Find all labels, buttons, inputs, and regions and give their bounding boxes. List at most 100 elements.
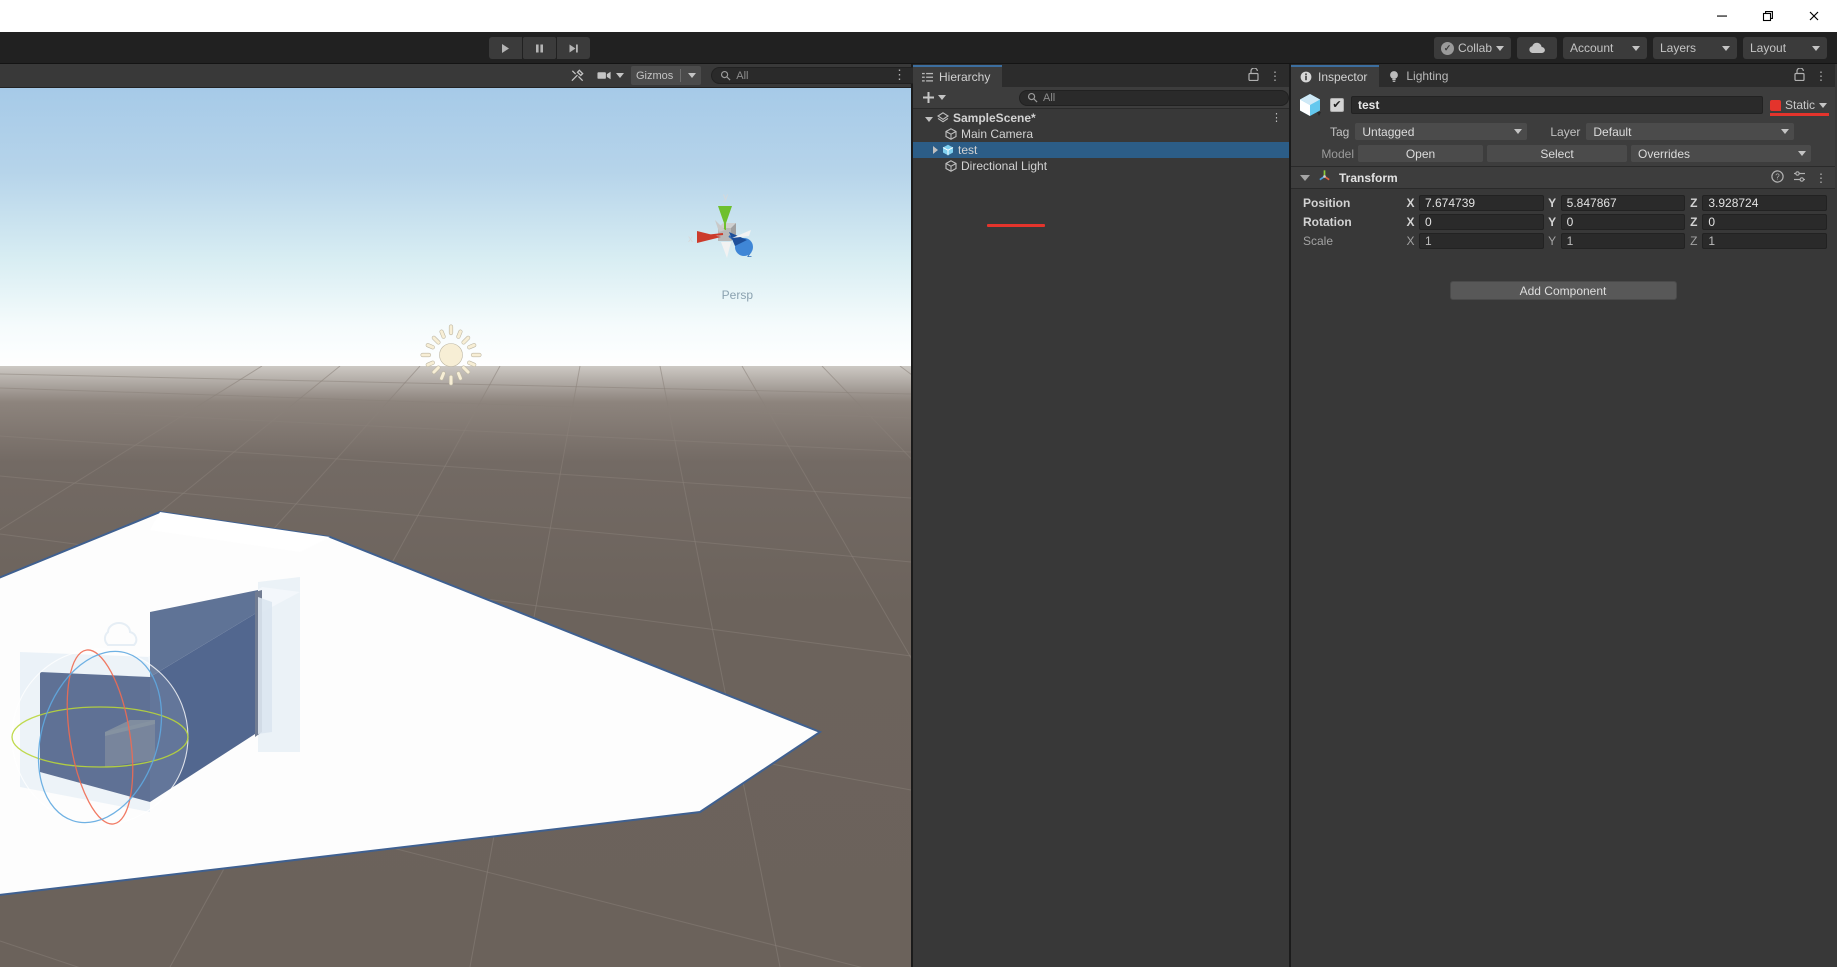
workspace: Gizmos All ⋮ y x z Persp Hierarchy ⋮ All…	[0, 64, 1837, 967]
help-icon[interactable]: ?	[1771, 169, 1784, 186]
chevron-down-icon	[1798, 151, 1806, 156]
scene-viewport[interactable]: y x z Persp	[0, 88, 911, 967]
tools-icon	[571, 69, 584, 82]
collab-check-icon: ✓	[1440, 41, 1454, 55]
play-button[interactable]	[489, 37, 522, 59]
inspector-components: Transform ? ⋮ Position X 7.674739 Y 5.84…	[1291, 167, 1835, 967]
hierarchy-label: SampleScene*	[953, 111, 1036, 125]
transform-icon	[1317, 168, 1332, 188]
collab-label: Collab	[1457, 41, 1492, 55]
kebab-icon[interactable]: ⋮	[1815, 171, 1827, 185]
scale-label: Scale	[1303, 233, 1334, 248]
scene-kebab-menu[interactable]: ⋮	[893, 67, 906, 83]
scale-y-field[interactable]: 1	[1560, 232, 1686, 249]
scene-projection-label[interactable]: Persp	[722, 288, 753, 302]
minimize-button[interactable]	[1699, 0, 1745, 32]
kebab-icon[interactable]: ⋮	[1271, 112, 1282, 124]
lock-icon[interactable]	[1248, 67, 1259, 84]
chevron-down-icon	[1496, 45, 1504, 51]
hierarchy-row-directional-light[interactable]: Directional Light	[913, 158, 1289, 174]
position-z-field[interactable]: 3.928724	[1702, 194, 1828, 211]
model-select-button[interactable]: Select	[1487, 145, 1627, 162]
layer-label: Layer	[1550, 124, 1581, 139]
axis-z-label: Z	[1690, 214, 1698, 229]
scene-tools-button[interactable]	[565, 66, 590, 85]
chevron-down-icon	[1514, 129, 1523, 134]
close-button[interactable]	[1791, 0, 1837, 32]
directional-light-gizmo[interactable]	[420, 324, 482, 386]
scene-3d-content	[0, 510, 823, 896]
rotation-label: Rotation	[1303, 214, 1352, 229]
chevron-down-icon	[1722, 45, 1730, 51]
layers-label: Layers	[1660, 41, 1697, 55]
step-button[interactable]	[557, 37, 590, 59]
tab-inspector[interactable]: Inspector	[1291, 65, 1380, 87]
twirl-closed-icon[interactable]	[933, 146, 938, 154]
transform-fields: Position X 7.674739 Y 5.847867 Z 3.92872…	[1291, 189, 1835, 256]
static-toggle[interactable]: Static	[1769, 98, 1829, 116]
layers-dropdown[interactable]: Layers	[1653, 37, 1737, 59]
gizmos-dropdown[interactable]: Gizmos	[631, 66, 702, 85]
foldout-icon[interactable]	[1300, 174, 1310, 181]
settings-icon[interactable]	[1793, 170, 1806, 186]
object-name-field[interactable]: test	[1351, 96, 1763, 114]
cloud-button[interactable]	[1517, 37, 1557, 59]
tab-hierarchy[interactable]: Hierarchy	[913, 65, 1003, 87]
tab-lighting[interactable]: Lighting	[1379, 65, 1461, 87]
add-component-button[interactable]: Add Component	[1449, 281, 1677, 300]
restore-button[interactable]	[1745, 0, 1791, 32]
hierarchy-tab-icons: ⋮	[1248, 67, 1281, 84]
inspector-name-row: ✔ test Static	[1297, 92, 1829, 118]
layout-label: Layout	[1750, 41, 1787, 55]
scene-orientation-gizmo[interactable]: y x z	[685, 190, 765, 280]
position-y-field[interactable]: 5.847867	[1560, 194, 1686, 211]
hierarchy-add-button[interactable]	[919, 91, 949, 104]
scale-z-field[interactable]: 1	[1702, 232, 1828, 249]
hierarchy-search-input[interactable]: All	[1019, 89, 1289, 106]
account-dropdown[interactable]: Account	[1563, 37, 1647, 59]
twirl-open-icon[interactable]	[925, 116, 933, 122]
rotation-y-field[interactable]: 0	[1560, 213, 1686, 230]
tab-hierarchy-label: Hierarchy	[939, 70, 991, 84]
axis-x-label: X	[1406, 195, 1415, 210]
scale-x-field[interactable]: 1	[1419, 232, 1544, 249]
hierarchy-tabstrip: Hierarchy ⋮	[913, 64, 1289, 87]
model-overrides-dropdown[interactable]: Overrides	[1631, 145, 1811, 162]
hierarchy-row-test[interactable]: test	[913, 142, 1289, 158]
static-label: Static	[1784, 98, 1815, 112]
scene-panel: Gizmos All ⋮ y x z Persp	[0, 64, 1092, 967]
add-component-area: Add Component	[1291, 281, 1835, 300]
model-open-button[interactable]: Open	[1358, 145, 1483, 162]
transform-row-position: Position X 7.674739 Y 5.847867 Z 3.92872…	[1291, 193, 1828, 212]
layer-dropdown[interactable]: Default	[1586, 123, 1795, 140]
hierarchy-search-placeholder: All	[1043, 91, 1056, 104]
tag-dropdown[interactable]: Untagged	[1355, 123, 1528, 140]
chevron-down-icon	[1781, 129, 1790, 134]
axis-y-label: Y	[1548, 195, 1557, 210]
pause-button[interactable]	[523, 37, 556, 59]
rotation-axes: X 0 Y 0 Z 0	[1405, 213, 1828, 230]
transform-title: Transform	[1339, 170, 1398, 185]
transform-component-header[interactable]: Transform ? ⋮	[1291, 167, 1835, 189]
tab-lighting-label: Lighting	[1406, 69, 1449, 83]
hierarchy-label: test	[958, 143, 978, 157]
kebab-icon[interactable]: ⋮	[1815, 69, 1827, 83]
prefab-icon	[1297, 92, 1323, 118]
object-enabled-checkbox[interactable]: ✔	[1330, 98, 1344, 112]
overrides-label: Overrides	[1638, 146, 1691, 161]
hierarchy-row-samplescene[interactable]: SampleScene* ⋮	[913, 110, 1289, 126]
hierarchy-tree[interactable]: SampleScene* ⋮ Main Camera test Directio…	[913, 109, 1289, 967]
kebab-icon[interactable]: ⋮	[1269, 69, 1281, 83]
hierarchy-icon	[922, 72, 933, 82]
lock-icon[interactable]	[1794, 67, 1805, 84]
hierarchy-row-main-camera[interactable]: Main Camera	[913, 126, 1289, 142]
scene-camera-dropdown[interactable]	[592, 66, 629, 85]
camera-icon	[597, 71, 611, 80]
scale-axes: X 1 Y 1 Z 1	[1405, 232, 1828, 249]
rotation-z-field[interactable]: 0	[1702, 213, 1828, 230]
layout-dropdown[interactable]: Layout	[1743, 37, 1827, 59]
position-x-field[interactable]: 7.674739	[1419, 194, 1544, 211]
rotation-x-field[interactable]: 0	[1419, 213, 1544, 230]
gizmo-y-label: y	[723, 192, 728, 203]
collab-button[interactable]: ✓ Collab	[1433, 37, 1511, 59]
